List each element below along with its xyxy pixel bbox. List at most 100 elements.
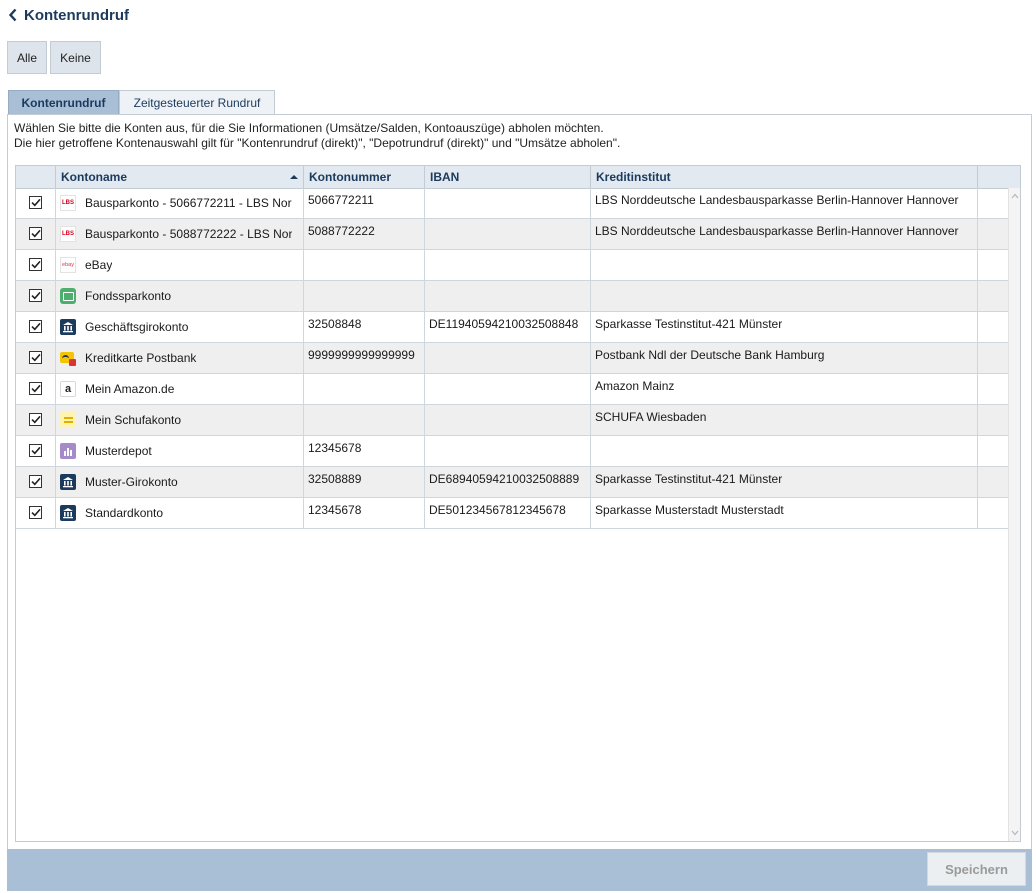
kontonummer-cell: 32508889 <box>304 467 425 497</box>
description-line-2: Die hier getroffene Kontenauswahl gilt f… <box>14 136 621 150</box>
account-name: Fondssparkonto <box>85 289 172 303</box>
kreditinstitut-cell <box>591 250 978 280</box>
kontonummer-cell <box>304 281 425 311</box>
kreditinstitut-cell: LBS Norddeutsche Landesbausparkasse Berl… <box>591 219 978 249</box>
filler-cell <box>978 436 1008 466</box>
vertical-scrollbar[interactable] <box>1008 188 1020 841</box>
table-row[interactable]: LBS Bausparkonto - 5066772211 - LBS Nor 50… <box>16 188 1008 219</box>
kontonummer-cell: 5066772211 <box>304 188 425 218</box>
filler-cell <box>978 281 1008 311</box>
tab-kontenrundruf[interactable]: Kontenrundruf <box>8 90 119 114</box>
bank-building-icon <box>60 505 76 521</box>
kontonummer-cell: 12345678 <box>304 498 425 528</box>
chevron-left-icon[interactable] <box>6 5 20 25</box>
bank-building-icon <box>60 319 76 335</box>
checkbox-cell <box>16 219 56 249</box>
scroll-up-icon[interactable] <box>1011 192 1019 200</box>
account-name: Geschäftsgirokonto <box>85 320 189 334</box>
filler-cell <box>978 219 1008 249</box>
description-line-1: Wählen Sie bitte die Konten aus, für die… <box>14 121 604 135</box>
kreditinstitut-cell: Sparkasse Musterstadt Musterstadt <box>591 498 978 528</box>
account-name: Bausparkonto - 5088772222 - LBS Nor <box>85 227 293 241</box>
filler-cell <box>978 498 1008 528</box>
account-checkbox[interactable] <box>29 382 42 395</box>
filler-cell <box>978 188 1008 218</box>
checkmark-icon <box>30 260 41 269</box>
table-row[interactable]: LBS Bausparkonto - 5088772222 - LBS Nor 50… <box>16 219 1008 250</box>
account-checkbox[interactable] <box>29 227 42 240</box>
kontonummer-cell: 5088772222 <box>304 219 425 249</box>
tab-zeitgesteuerter-rundruf[interactable]: Zeitgesteuerter Rundruf <box>119 90 275 114</box>
accounts-table: Kontoname Kontonummer IBAN Kreditinstitu… <box>15 165 1021 842</box>
header-kreditinstitut[interactable]: Kreditinstitut <box>591 166 978 188</box>
kontonummer-cell: 12345678 <box>304 436 425 466</box>
select-all-button[interactable]: Alle <box>7 41 47 74</box>
checkbox-cell <box>16 405 56 435</box>
kontoname-cell: a Mein Amazon.de <box>56 374 304 404</box>
tab-panel: Wählen Sie bitte die Konten aus, für die… <box>7 114 1032 850</box>
table-row[interactable]: Fondssparkonto <box>16 281 1008 312</box>
account-name: Mein Schufakonto <box>85 413 182 427</box>
kreditinstitut-cell: Sparkasse Testinstitut-421 Münster <box>591 467 978 497</box>
table-row[interactable]: Standardkonto 12345678 DE50123456781234567… <box>16 498 1008 529</box>
header-filler <box>978 166 1020 188</box>
kontoname-cell: Kreditkarte Postbank <box>56 343 304 373</box>
kontonummer-cell <box>304 405 425 435</box>
footer-bar: Speichern <box>7 849 1032 891</box>
account-checkbox[interactable] <box>29 320 42 333</box>
amazon-icon: a <box>60 381 76 397</box>
select-none-button[interactable]: Keine <box>50 41 101 74</box>
kontonummer-cell <box>304 250 425 280</box>
account-name: Mein Amazon.de <box>85 382 175 396</box>
account-name: eBay <box>85 258 113 272</box>
save-button[interactable]: Speichern <box>927 852 1026 886</box>
account-checkbox[interactable] <box>29 413 42 426</box>
table-row[interactable]: a Mein Amazon.de Amazon Mainz <box>16 374 1008 405</box>
kontoname-cell: Mein Schufakonto <box>56 405 304 435</box>
account-name: Kreditkarte Postbank <box>85 351 197 365</box>
table-row[interactable]: Mein Schufakonto SCHUFA Wiesbaden <box>16 405 1008 436</box>
checkmark-icon <box>30 291 41 300</box>
checkmark-icon <box>30 446 41 455</box>
checkmark-icon <box>30 477 41 486</box>
scroll-down-icon[interactable] <box>1011 829 1019 837</box>
checkbox-cell <box>16 188 56 218</box>
ebay-icon: ebay <box>60 257 76 273</box>
table-row[interactable]: Musterdepot 12345678 <box>16 436 1008 467</box>
filler-cell <box>978 250 1008 280</box>
table-row[interactable]: ebay eBay <box>16 250 1008 281</box>
kontoname-cell: Geschäftsgirokonto <box>56 312 304 342</box>
checkbox-cell <box>16 374 56 404</box>
kreditinstitut-cell: SCHUFA Wiesbaden <box>591 405 978 435</box>
kontoname-cell: ebay eBay <box>56 250 304 280</box>
iban-cell <box>425 281 591 311</box>
back-navigation[interactable]: Kontenrundruf <box>6 4 129 26</box>
account-checkbox[interactable] <box>29 196 42 209</box>
account-checkbox[interactable] <box>29 289 42 302</box>
table-row[interactable]: Kreditkarte Postbank 9999999999999999 Post… <box>16 343 1008 374</box>
header-kontoname[interactable]: Kontoname <box>56 166 304 188</box>
kontonummer-cell: 32508848 <box>304 312 425 342</box>
bank-building-icon <box>60 474 76 490</box>
kontoname-cell: Fondssparkonto <box>56 281 304 311</box>
account-checkbox[interactable] <box>29 475 42 488</box>
fund-savings-icon <box>60 288 76 304</box>
checkmark-icon <box>30 508 41 517</box>
table-row[interactable]: Muster-Girokonto 32508889 DE68940594210032… <box>16 467 1008 498</box>
filler-cell <box>978 467 1008 497</box>
header-iban[interactable]: IBAN <box>425 166 591 188</box>
iban-cell: DE68940594210032508889 <box>425 467 591 497</box>
schufa-icon <box>60 412 76 428</box>
iban-cell: DE11940594210032508848 <box>425 312 591 342</box>
account-checkbox[interactable] <box>29 506 42 519</box>
header-kontonummer[interactable]: Kontonummer <box>304 166 425 188</box>
account-checkbox[interactable] <box>29 351 42 364</box>
iban-cell <box>425 436 591 466</box>
account-checkbox[interactable] <box>29 258 42 271</box>
kontoname-cell: LBS Bausparkonto - 5066772211 - LBS Nor <box>56 188 304 218</box>
table-row[interactable]: Geschäftsgirokonto 32508848 DE119405942100… <box>16 312 1008 343</box>
kontoname-cell: LBS Bausparkonto - 5088772222 - LBS Nor <box>56 219 304 249</box>
checkbox-cell <box>16 467 56 497</box>
account-checkbox[interactable] <box>29 444 42 457</box>
filler-cell <box>978 343 1008 373</box>
